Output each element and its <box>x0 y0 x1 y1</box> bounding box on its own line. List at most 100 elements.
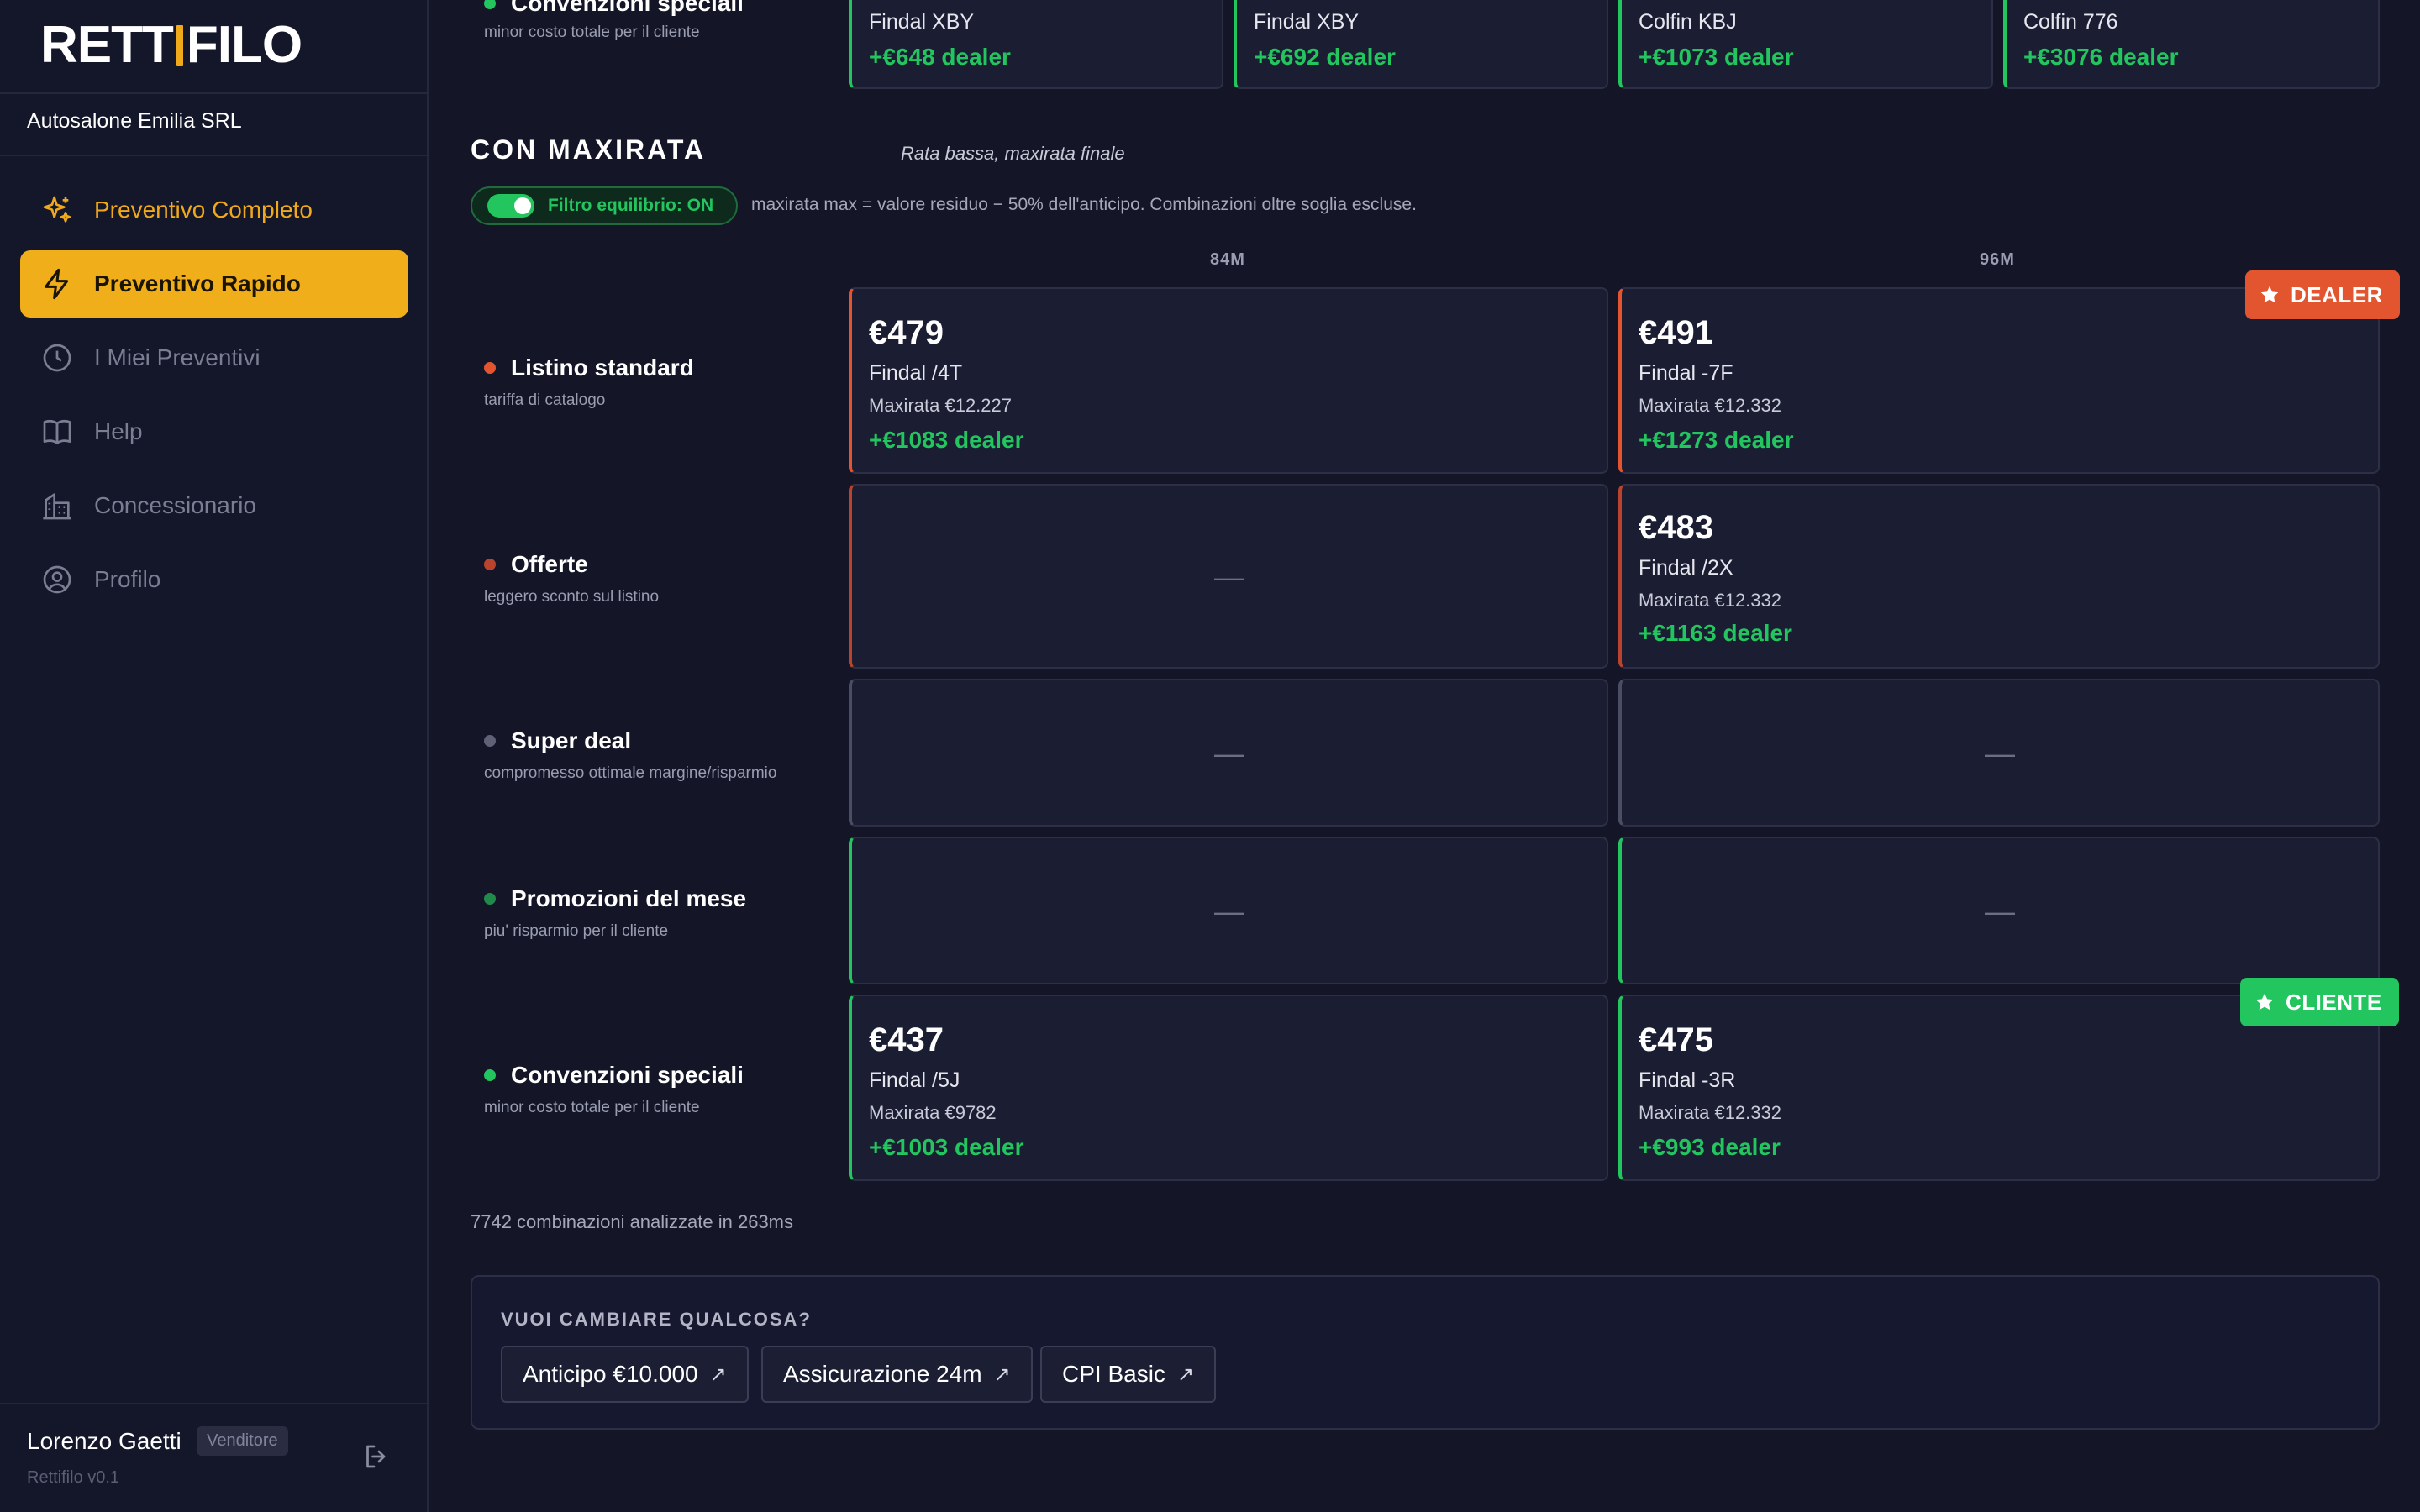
external-arrow-icon: ↗ <box>993 1362 1011 1386</box>
user-name: Lorenzo Gaetti <box>27 1427 182 1454</box>
change-options-panel: VUOI CAMBIARE QUALCOSA? Anticipo €10.000… <box>471 1275 2380 1430</box>
rate-card-convenzioni-84m[interactable]: €437 Findal /5J Maxirata €9782 +€1003 de… <box>849 995 1608 1181</box>
row-title: Super deal <box>484 727 776 754</box>
anticipo-button[interactable]: Anticipo €10.000 ↗ <box>501 1346 749 1403</box>
sidebar-divider <box>0 1403 429 1404</box>
dealer-gain: +€1273 dealer <box>1639 427 1794 453</box>
dealer-gain: +€1163 dealer <box>1639 620 1792 646</box>
finance-code: Colfin 776 <box>2023 10 2118 34</box>
cpi-button[interactable]: CPI Basic ↗ <box>1040 1346 1217 1403</box>
nav-label: Preventivo Rapido <box>94 270 301 297</box>
row-subtitle: tariffa di catalogo <box>484 391 606 409</box>
rate-card[interactable]: Findal XBY +€692 dealer <box>1234 0 1608 89</box>
dealer-gain: +€1083 dealer <box>869 427 1024 453</box>
dealer-gain: +€1003 dealer <box>869 1134 1024 1160</box>
sidebar: RETT FILO Autosalone Emilia SRL Preventiv… <box>0 0 429 1512</box>
nav-label: Concessionario <box>94 492 256 518</box>
row-title-text: Offerte <box>511 551 588 577</box>
rate-card-offerte-84m-empty: — <box>849 484 1608 669</box>
company-name: Autosalone Emilia SRL <box>27 109 242 133</box>
row-label-offerte: Offerte leggero sconto sul listino <box>484 551 659 606</box>
button-label: Assicurazione 24m <box>783 1361 982 1387</box>
button-label: CPI Basic <box>1062 1361 1165 1387</box>
row-title: Promozioni del mese <box>484 885 746 912</box>
monthly-price: €483 <box>1639 509 1713 546</box>
logout-icon <box>366 1445 386 1468</box>
finance-code: Findal -7F <box>1639 361 1733 385</box>
dealer-gain: +€3076 dealer <box>2023 44 2179 70</box>
rate-card[interactable]: Findal XBY +€648 dealer <box>849 0 1223 89</box>
nav-item-help[interactable]: Help <box>20 398 408 465</box>
combinations-summary: 7742 combinazioni analizzate in 263ms <box>471 1211 794 1232</box>
logo-bar-mark <box>176 25 183 66</box>
row-dot <box>484 0 496 9</box>
logo-text-left: RETT <box>40 16 174 74</box>
nav-item-concessionario[interactable]: Concessionario <box>20 472 408 539</box>
external-arrow-icon: ↗ <box>709 1362 727 1386</box>
nav-label: I Miei Preventivi <box>94 344 260 370</box>
book-icon <box>43 419 71 444</box>
column-header-84m: 84M <box>1210 250 1245 269</box>
button-label: Anticipo €10.000 <box>523 1361 698 1387</box>
rate-card[interactable]: Colfin 776 +€3076 dealer <box>2003 0 2380 89</box>
dealer-gain: +€1073 dealer <box>1639 44 1794 70</box>
star-icon <box>2255 993 2274 1011</box>
rate-card-listino-84m[interactable]: €479 Findal /4T Maxirata €12.227 +€1083 … <box>849 287 1608 474</box>
monthly-price: €491 <box>1639 314 1713 351</box>
dealer-gain: +€648 dealer <box>869 44 1011 70</box>
app-version: Rettifilo v0.1 <box>27 1468 120 1487</box>
row-dot <box>484 362 496 374</box>
row-title-text: Convenzioni speciali <box>511 0 744 16</box>
row-dot <box>484 1069 496 1081</box>
rate-card-promozioni-84m-empty: — <box>849 837 1608 984</box>
sidebar-divider <box>0 92 429 94</box>
user-circle-icon <box>43 565 71 594</box>
toggle-label: Filtro equilibrio: ON <box>548 196 714 215</box>
maxirata-value: Maxirata €12.332 <box>1639 395 1781 416</box>
monthly-price: €475 <box>1639 1021 1713 1058</box>
column-header-96m: 96M <box>1980 250 2015 269</box>
nav-item-profilo[interactable]: Profilo <box>20 546 408 613</box>
clock-icon <box>43 344 71 372</box>
rate-card-super-deal-84m-empty: — <box>849 679 1608 827</box>
finance-code: Findal /4T <box>869 361 963 385</box>
row-subtitle: minor costo totale per il cliente <box>484 24 700 41</box>
monthly-price: €437 <box>869 1021 944 1058</box>
row-title: Convenzioni speciali <box>484 0 744 17</box>
row-label-convenzioni: Convenzioni speciali minor costo totale … <box>484 1062 744 1117</box>
row-title-text: Super deal <box>511 727 632 753</box>
row-subtitle: minor costo totale per il cliente <box>484 1099 700 1116</box>
assicurazione-button[interactable]: Assicurazione 24m ↗ <box>761 1346 1033 1403</box>
role-badge: Venditore <box>197 1426 288 1456</box>
app-logo[interactable]: RETT FILO <box>40 12 302 79</box>
row-dot <box>484 893 496 905</box>
rate-card-super-deal-96m-empty: — <box>1618 679 2380 827</box>
nav-label: Profilo <box>94 566 161 592</box>
logo-text-right: FILO <box>186 16 302 74</box>
row-label-listino-standard: Listino standard tariffa di catalogo <box>484 354 694 410</box>
logout-button[interactable] <box>361 1441 392 1472</box>
finance-code: Findal XBY <box>869 10 975 34</box>
nav-item-preventivo-rapido[interactable]: Preventivo Rapido <box>20 250 408 318</box>
empty-placeholder: — <box>1214 894 1244 928</box>
nav-item-miei-preventivi[interactable]: I Miei Preventivi <box>20 324 408 391</box>
row-dot <box>484 735 496 747</box>
maxirata-value: Maxirata €9782 <box>869 1102 997 1123</box>
maxirata-value: Maxirata €12.332 <box>1639 1102 1781 1123</box>
dealer-badge: DEALER <box>2245 270 2400 319</box>
nav-item-preventivo-completo[interactable]: Preventivo Completo <box>20 176 408 244</box>
balance-filter-toggle[interactable]: Filtro equilibrio: ON <box>471 186 738 225</box>
rate-card-offerte-96m[interactable]: €483 Findal /2X Maxirata €12.332 +€1163 … <box>1618 484 2380 669</box>
row-subtitle: piu' risparmio per il cliente <box>484 922 669 940</box>
maxirata-value: Maxirata €12.227 <box>869 395 1012 416</box>
row-title-text: Listino standard <box>511 354 694 381</box>
rate-card[interactable]: Colfin KBJ +€1073 dealer <box>1618 0 1993 89</box>
row-label-convenzioni-partial: Convenzioni speciali minor costo totale … <box>484 0 744 42</box>
user-info: Lorenzo Gaetti Venditore <box>27 1426 288 1456</box>
row-title: Offerte <box>484 551 659 578</box>
external-arrow-icon: ↗ <box>1176 1362 1195 1386</box>
empty-placeholder: — <box>1985 736 2015 770</box>
change-title: VUOI CAMBIARE QUALCOSA? <box>501 1309 812 1330</box>
toggle-switch[interactable] <box>487 194 534 218</box>
sparkles-icon <box>43 196 71 223</box>
